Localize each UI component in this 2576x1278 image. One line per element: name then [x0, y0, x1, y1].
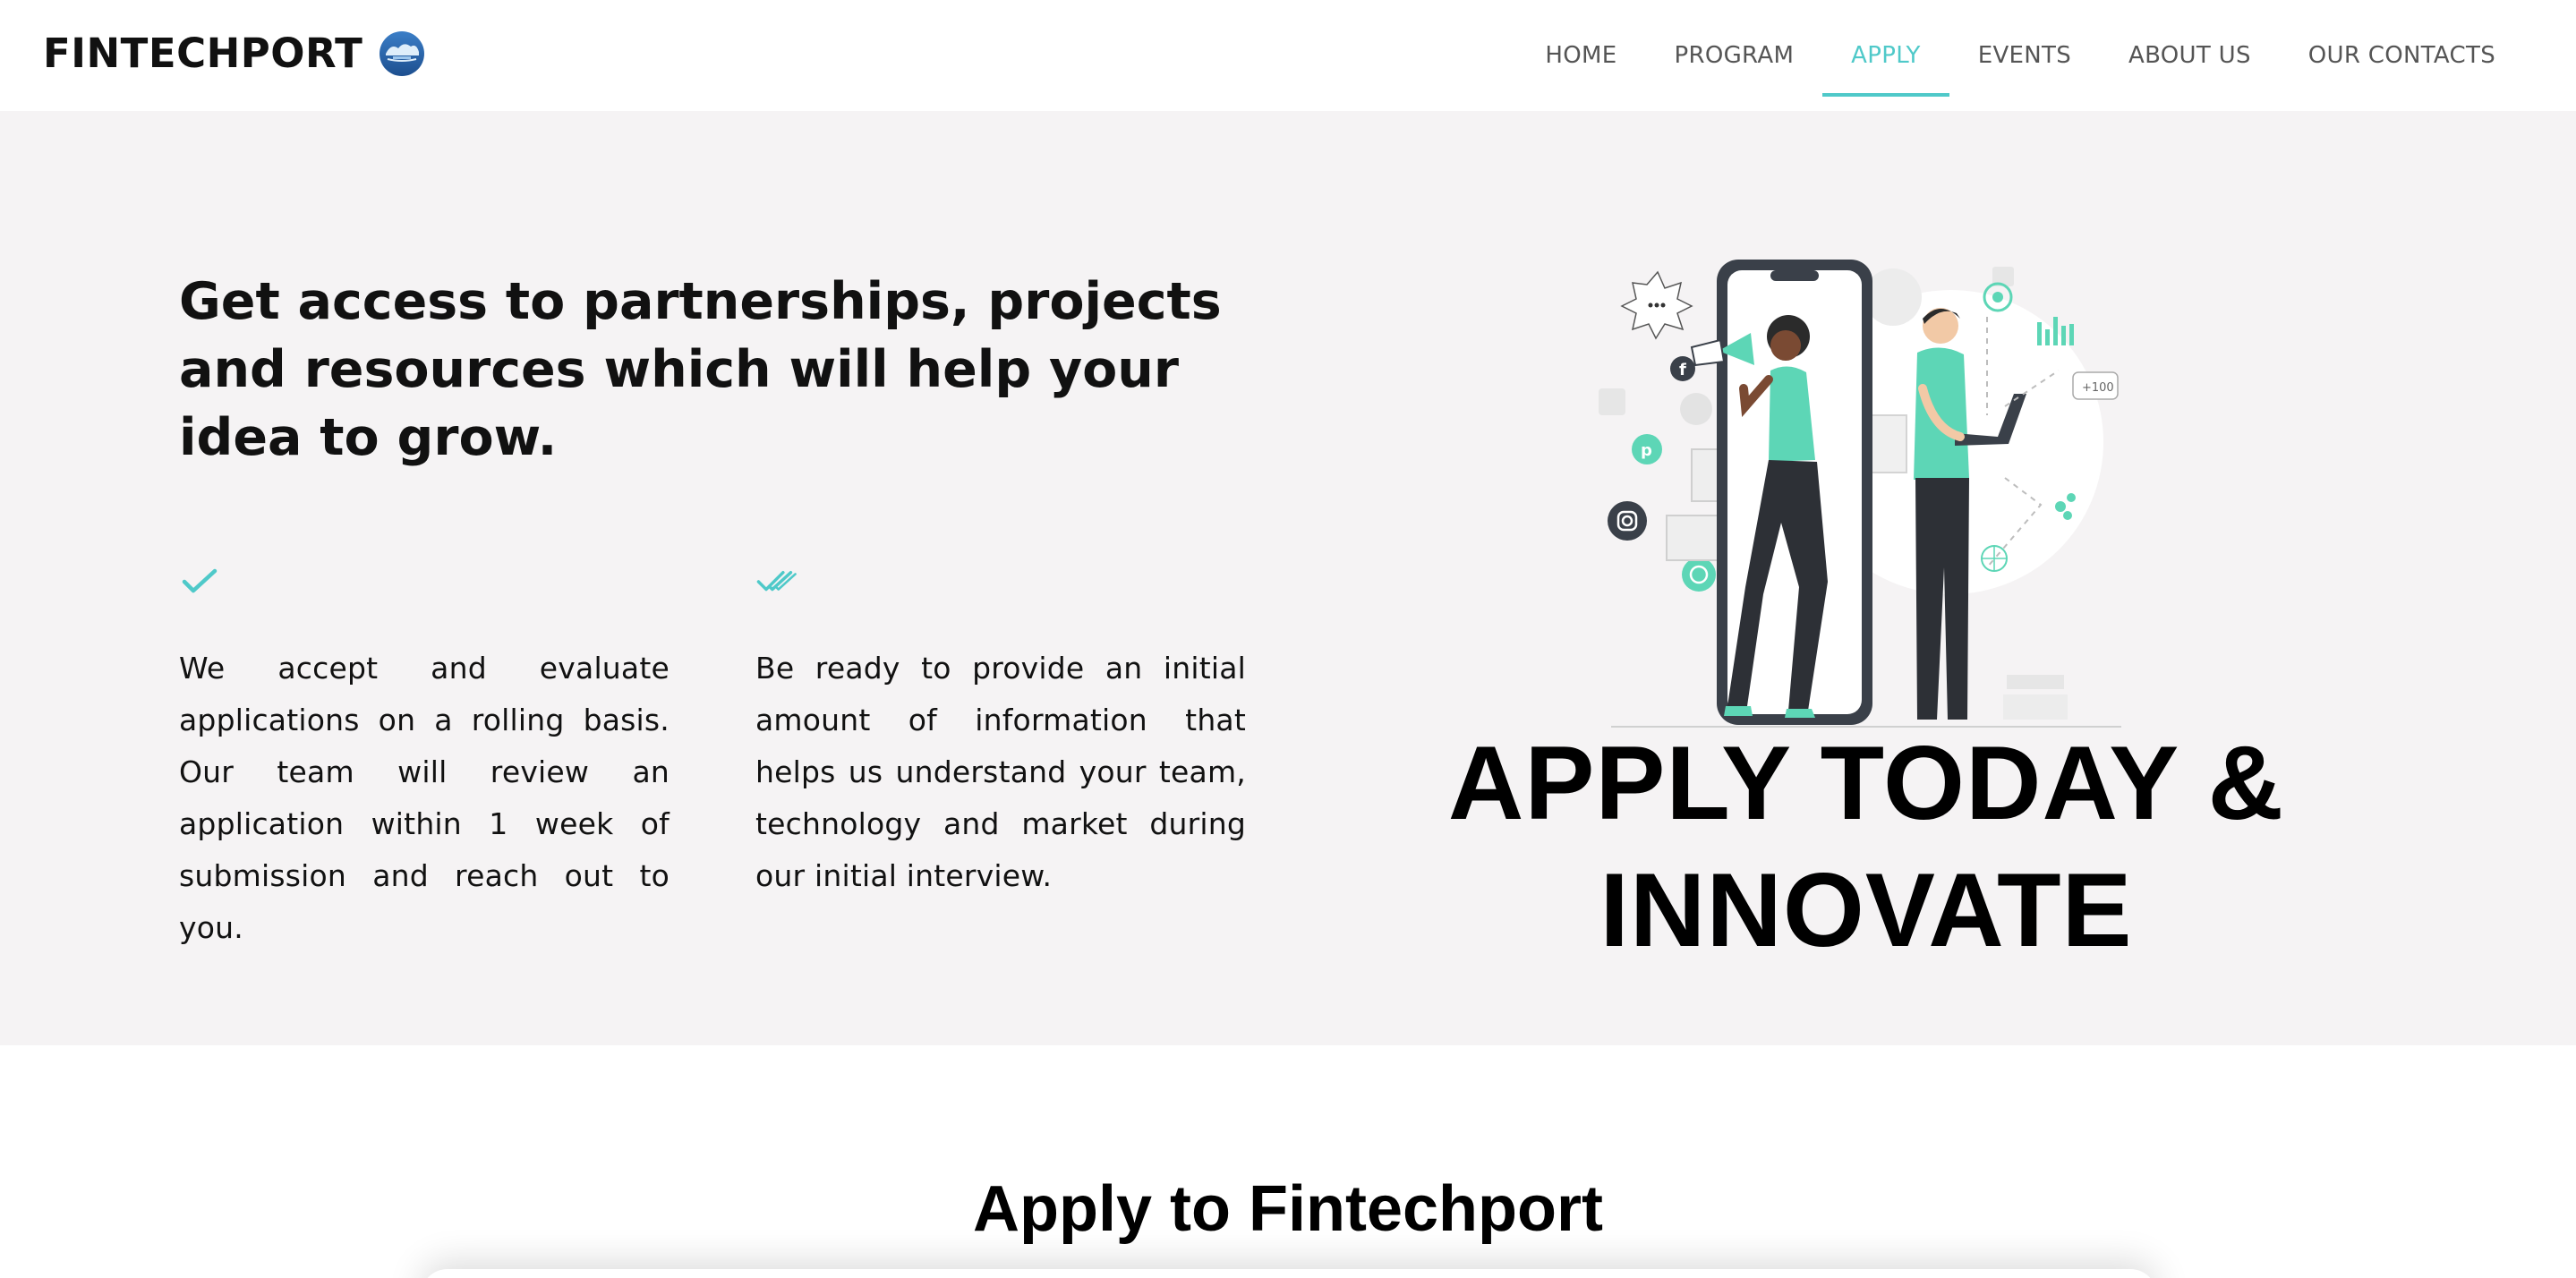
feature-rolling-basis: We accept and evaluate applications on a…	[179, 564, 670, 954]
navbar: FINTECHPORT HOME PROGRAM APPLY EVENTS AB…	[0, 0, 2576, 111]
nav-item-program[interactable]: PROGRAM	[1645, 0, 1822, 111]
application-form-card	[421, 1269, 2157, 1278]
nav-item-label: HOME	[1545, 42, 1617, 69]
fintechport-logo-icon	[380, 31, 425, 76]
svg-text:f: f	[1679, 361, 1686, 379]
nav-item-home[interactable]: HOME	[1516, 0, 1645, 111]
nav-item-label: OUR CONTACTS	[2307, 42, 2495, 69]
svg-text:+100: +100	[2082, 381, 2114, 395]
svg-text:p: p	[1641, 441, 1652, 460]
nav-item-label: PROGRAM	[1674, 42, 1795, 69]
nav-item-our-contacts[interactable]: OUR CONTACTS	[2280, 0, 2524, 111]
feature-text: Be ready to provide an initial amount of…	[755, 651, 1246, 893]
feature-text: We accept and evaluate applications on a…	[179, 651, 670, 945]
hero-headline: Get access to partnerships, projects and…	[179, 272, 1222, 467]
hero-section: Get access to partnerships, projects and…	[0, 111, 2576, 1045]
social-media-marketing-illustration: f p +100	[1599, 260, 2121, 728]
form-section-title: Apply to Fintechport	[973, 1173, 1603, 1245]
nav-item-label: ABOUT US	[2128, 42, 2251, 69]
nav-item-apply[interactable]: APPLY	[1822, 0, 1949, 111]
double-check-icon	[756, 571, 797, 592]
feature-initial-interview: Be ready to provide an initial amount of…	[755, 564, 1246, 902]
apply-form-section: Apply to Fintechport	[0, 1045, 2576, 1278]
main-nav: HOME PROGRAM APPLY EVENTS ABOUT US OUR C…	[1516, 0, 2524, 111]
brand-name: FINTECHPORT	[43, 30, 363, 77]
nav-item-about-us[interactable]: ABOUT US	[2100, 0, 2280, 111]
brand[interactable]: FINTECHPORT	[43, 27, 425, 81]
nav-item-events[interactable]: EVENTS	[1949, 0, 2100, 111]
nav-item-label: APPLY	[1851, 42, 1921, 69]
nav-item-label: EVENTS	[1977, 42, 2072, 69]
apply-today-title: APPLY TODAY & INNOVATE	[1447, 724, 2285, 968]
check-icon	[182, 568, 218, 593]
